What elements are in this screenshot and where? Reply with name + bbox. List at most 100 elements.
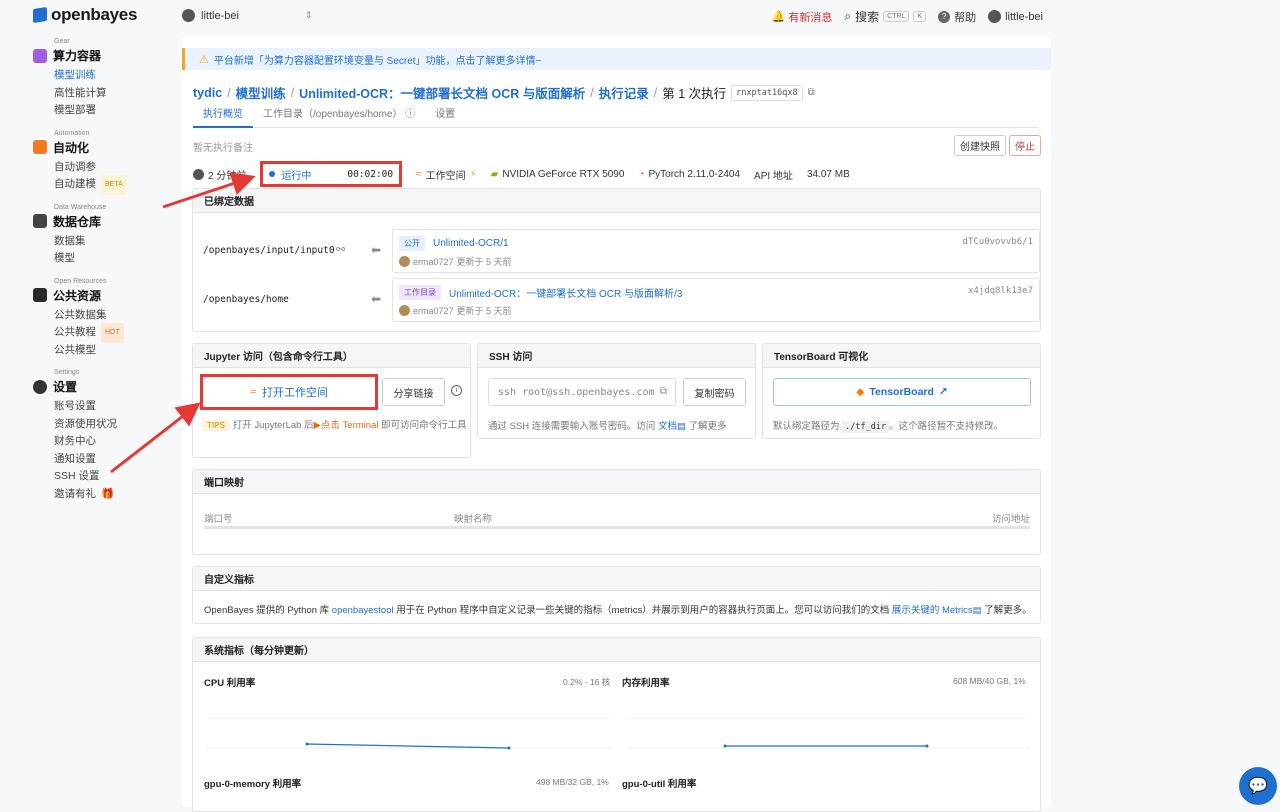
section-title: 自动化 bbox=[53, 140, 90, 155]
avatar bbox=[193, 168, 204, 180]
port-table-header: 端口号 映射名称 访问地址 bbox=[204, 511, 1030, 529]
card-title: 已绑定数据 bbox=[193, 189, 1040, 213]
chat-button[interactable]: 💬 bbox=[1239, 767, 1277, 805]
terminal-icon: ▶ bbox=[313, 420, 321, 431]
sidebar-item-account[interactable]: 账号设置 bbox=[54, 398, 173, 416]
search-button[interactable]: ⌕ 搜索 CTRL K bbox=[844, 8, 927, 25]
workspace-link[interactable]: ≈ 工作空间 ⚡ bbox=[416, 167, 477, 182]
col-name: 映射名称 bbox=[454, 514, 493, 525]
card-title: 端口映射 bbox=[193, 470, 1040, 494]
sidebar-item-public-tutorials[interactable]: 公共教程 HOT bbox=[54, 323, 173, 343]
section-caption: Open Resources bbox=[54, 277, 107, 285]
sidebar-item-finance[interactable]: 财务中心 bbox=[54, 433, 173, 451]
section-caption: Automation bbox=[54, 129, 90, 137]
org-selector[interactable]: little-bei ⇕ bbox=[182, 9, 312, 22]
ssh-command-field[interactable]: ssh root@ssh.openbayes.com ⧉ bbox=[488, 378, 676, 406]
tensorboard-icon: ◆ bbox=[856, 386, 865, 398]
sidebar-item-datasets[interactable]: 数据集 bbox=[54, 233, 173, 251]
running-dot-icon bbox=[269, 171, 276, 177]
dataset-box[interactable]: 公开 Unlimited-OCR/1 erma0727 更新于 5 天前 dTCu0… bbox=[392, 229, 1040, 273]
sidebar-item-invite[interactable]: 邀请有礼 🎁 bbox=[54, 486, 173, 504]
sidebar-item-models[interactable]: 模型 bbox=[54, 250, 173, 268]
tab-workdir[interactable]: 工作目录（/openbayes/home） ⓘ bbox=[253, 108, 425, 128]
tf-dir-path: ./tf_dir bbox=[842, 421, 890, 433]
memory-chart bbox=[625, 718, 1030, 749]
notifications-link[interactable]: 🔔 有新消息 bbox=[772, 9, 833, 25]
metrics-docs-link[interactable]: 展示关键的 Metrics bbox=[892, 605, 973, 616]
main-panel: ⚠ 平台新增「为算力容器配置环境变量与 Secret」功能，点击了解更多详情~ t… bbox=[182, 37, 1051, 812]
crumb-job[interactable]: Unlimited-OCR：一键部署长文档 OCR 与版面解析 bbox=[299, 83, 585, 102]
custom-metrics-card: 自定义指标 OpenBayes 提供的 Python 库 openbayesto… bbox=[192, 566, 1041, 624]
unlink-icon[interactable]: ⚯ bbox=[336, 243, 345, 256]
cpu-chart-value: 0.2% - 16 核 bbox=[563, 677, 611, 687]
info-icon: ⓘ bbox=[405, 109, 416, 120]
tab-settings[interactable]: 设置 bbox=[425, 108, 465, 128]
doc-icon: ▤ bbox=[972, 605, 982, 616]
avatar bbox=[399, 256, 410, 267]
share-link-button[interactable]: 分享链接 bbox=[382, 378, 445, 406]
stop-button[interactable]: 停止 bbox=[1009, 135, 1041, 156]
system-metrics-card: 系统指标（每分钟更新） CPU 利用率 0.2% - 16 核 内存利用率 60… bbox=[192, 637, 1041, 812]
sidebar-item-notify[interactable]: 通知设置 bbox=[54, 451, 173, 469]
bound-row: /openbayes/home ⬅ 工作目录 Unlimited-OCR：一键部署… bbox=[203, 278, 1040, 322]
run-timer: 00:02:00 bbox=[347, 168, 394, 180]
dataset-link[interactable]: Unlimited-OCR/1 bbox=[433, 238, 509, 249]
info-icon[interactable]: i bbox=[451, 385, 462, 396]
create-snapshot-button[interactable]: 创建快照 bbox=[954, 135, 1006, 156]
crumb-current: 第 1 次执行 bbox=[662, 87, 727, 101]
running-status: 运行中 00:02:00 bbox=[260, 161, 403, 187]
sidebar-item-public-datasets[interactable]: 公共数据集 bbox=[54, 307, 173, 325]
memory-chart-value: 608 MB/40 GB, 1% bbox=[953, 676, 1026, 686]
bound-data-card: 已绑定数据 /openbayes/input/input0 ⚯ ⬅ 公开 Unli… bbox=[192, 188, 1041, 332]
sidebar-item-usage[interactable]: 资源使用状况 bbox=[54, 416, 173, 434]
open-workspace-button[interactable]: ≈ 打开工作空间 bbox=[200, 374, 378, 410]
tabs: 执行概览 工作目录（/openbayes/home） ⓘ 设置 bbox=[193, 108, 1038, 128]
api-address[interactable]: API 地址 bbox=[754, 167, 793, 182]
openbayestool-link[interactable]: openbayestool bbox=[332, 605, 394, 616]
sidebar-item-automodel[interactable]: 自动建模 BETA bbox=[54, 175, 173, 195]
kbd-k: K bbox=[913, 11, 927, 22]
sidebar-item-ssh[interactable]: SSH 设置 bbox=[54, 468, 173, 486]
account-menu[interactable]: little-bei bbox=[988, 10, 1043, 23]
openbayes-logo[interactable]: openbayes bbox=[33, 5, 137, 25]
tab-overview[interactable]: 执行概览 bbox=[193, 108, 253, 128]
docs-link[interactable]: 文档 bbox=[658, 421, 677, 432]
sidebar-item-training[interactable]: 模型训练 bbox=[54, 67, 173, 85]
help-link[interactable]: ? 帮助 bbox=[938, 9, 976, 25]
sidebar-item-autotune[interactable]: 自动调参 bbox=[54, 159, 173, 177]
sidebar-item-deploy[interactable]: 模型部署 bbox=[54, 102, 173, 120]
crumb-records[interactable]: 执行记录 bbox=[599, 83, 649, 102]
tensorboard-note: 默认绑定路径为 ./tf_dir 。这个路径暂不支持修改。 bbox=[773, 421, 1004, 433]
cpu-chart-title: CPU 利用率 bbox=[204, 678, 256, 689]
avatar bbox=[399, 305, 410, 316]
search-icon: ⌕ bbox=[844, 9, 852, 23]
card-title: SSH 访问 bbox=[478, 344, 755, 368]
created-ago: 2 分钟前 bbox=[208, 170, 247, 182]
copy-icon[interactable]: ⧉ bbox=[660, 386, 667, 397]
ssh-note: 通过 SSH 连接需要输入账号密码。访问 文档▤ 了解更多 bbox=[488, 421, 727, 432]
section-title: 公共资源 bbox=[53, 288, 102, 303]
top-bar: openbayes little-bei ⇕ 🔔 有新消息 ⌕ 搜索 CTRL K ? 帮助… bbox=[0, 0, 1280, 34]
gift-icon: 🎁 bbox=[101, 487, 115, 500]
section-caption: Settings bbox=[54, 369, 80, 376]
sidebar-item-hpc[interactable]: 高性能计算 bbox=[54, 85, 173, 103]
sidebar-item-public-models[interactable]: 公共模型 bbox=[54, 342, 173, 360]
cpu-chart bbox=[207, 718, 612, 750]
avatar bbox=[988, 10, 1002, 23]
copy-password-button[interactable]: 复制密码 bbox=[683, 378, 746, 406]
paw-icon bbox=[33, 288, 47, 302]
tensorboard-button[interactable]: ◆ TensorBoard ↗ bbox=[773, 378, 1031, 406]
terminal-link[interactable]: 点击 Terminal bbox=[321, 420, 379, 431]
copy-icon[interactable]: ⧉ bbox=[808, 87, 815, 98]
sidebar: Gear 算力容器 模型训练 高性能计算 模型部署 Automation 自动化… bbox=[33, 38, 173, 513]
card-title: Jupyter 访问（包含命令行工具） bbox=[193, 344, 470, 368]
execution-note[interactable]: 暂无执行备注 bbox=[193, 139, 253, 154]
crumb-user[interactable]: tydic bbox=[193, 86, 222, 100]
crumb-section[interactable]: 模型训练 bbox=[236, 83, 286, 102]
workdir-link[interactable]: Unlimited-OCR：一键部署长文档 OCR 与版面解析/3 bbox=[449, 285, 682, 300]
framework: PyTorch 2.11.0-2404 bbox=[648, 168, 741, 180]
sidebar-section-warehouse: Data Warehouse 数据仓库 数据集 模型 bbox=[33, 204, 173, 268]
jupyter-icon: ≈ bbox=[416, 168, 422, 180]
workdir-box[interactable]: 工作目录 Unlimited-OCR：一键部署长文档 OCR 与版面解析/3 er… bbox=[392, 278, 1040, 322]
announcement-banner[interactable]: ⚠ 平台新增「为算力容器配置环境变量与 Secret」功能，点击了解更多详情~ bbox=[182, 48, 1051, 70]
